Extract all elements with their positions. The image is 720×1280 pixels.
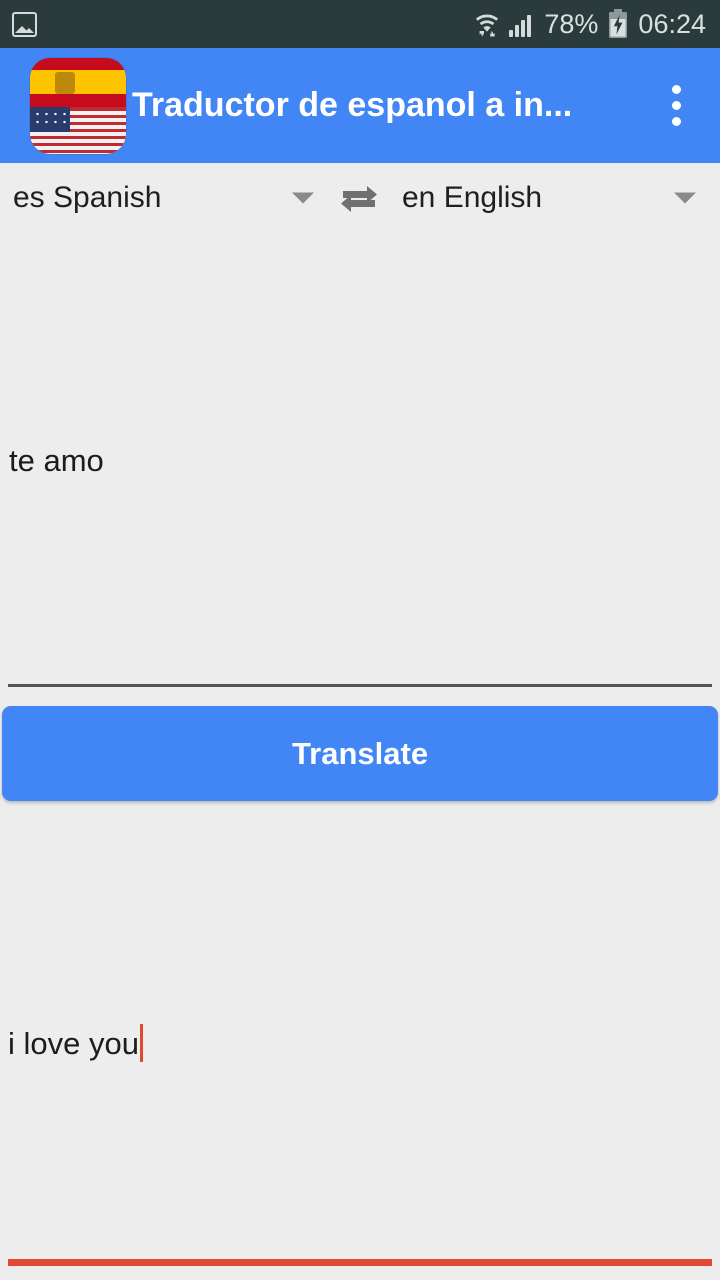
source-text-value: te amo <box>9 443 104 478</box>
source-text-field[interactable]: te amo <box>0 233 720 688</box>
chevron-down-icon <box>674 192 696 204</box>
spain-usa-flag-icon <box>30 57 126 154</box>
result-text-field[interactable]: i love you <box>0 812 720 1274</box>
app-root: 78% 06:24 Traductor de espanol a in... e… <box>0 0 720 1280</box>
result-text-value: i love you <box>8 1025 139 1061</box>
status-bar-right: 78% 06:24 <box>474 9 706 39</box>
spain-flag <box>30 57 126 108</box>
wifi-icon <box>476 14 499 37</box>
signal-bars-icon <box>509 11 535 37</box>
language-selector-row: es Spanish en English <box>0 163 720 233</box>
overflow-menu-icon[interactable] <box>650 68 702 144</box>
status-bar: 78% 06:24 <box>0 0 720 48</box>
translate-button[interactable]: Translate <box>2 706 718 801</box>
app-bar: Traductor de espanol a in... <box>0 48 720 163</box>
chevron-down-icon <box>292 192 314 204</box>
battery-percent-label: 78% <box>544 8 599 39</box>
result-field-underline <box>8 1259 712 1266</box>
source-field-underline <box>8 684 712 687</box>
page-title: Traductor de espanol a in... <box>132 86 573 124</box>
text-cursor <box>139 1024 143 1062</box>
source-language-label: es Spanish <box>13 181 162 214</box>
target-language-label: en English <box>402 181 543 214</box>
result-text-row: i love you <box>8 1024 143 1062</box>
gallery-notification-icon <box>12 11 37 37</box>
source-language-spinner[interactable]: es Spanish <box>0 163 330 233</box>
usa-flag <box>30 107 126 154</box>
status-bar-left <box>12 11 37 37</box>
target-language-spinner[interactable]: en English <box>388 163 706 233</box>
battery-charging-icon <box>609 9 628 38</box>
clock-label: 06:24 <box>638 8 706 39</box>
swap-horizontal-icon[interactable] <box>330 173 388 223</box>
